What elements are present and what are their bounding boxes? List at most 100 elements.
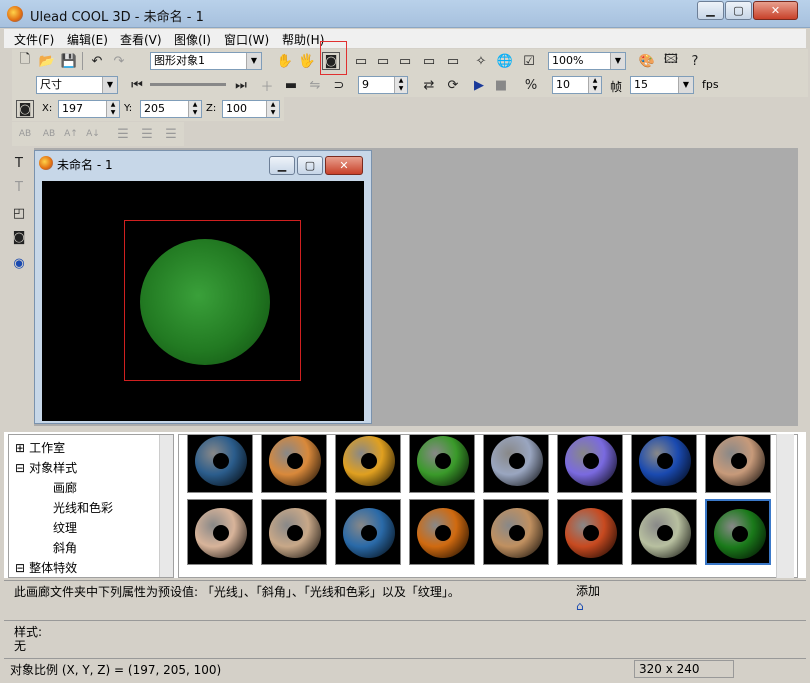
gallery-thumbnail[interactable] [261,435,327,493]
gallery-thumbnail[interactable] [483,499,549,565]
gallery-thumbnail[interactable] [483,435,549,493]
paint-icon[interactable]: 🎨 [638,52,656,70]
tree-item[interactable]: ⊟ 对象样式 [15,459,77,476]
bevel-4-icon[interactable]: ▭ [420,52,438,70]
refresh-icon[interactable]: ⟳ [444,76,462,94]
check-icon[interactable]: ☑ [520,52,538,70]
doc-close-button[interactable]: ✕ [325,156,363,175]
tree-item[interactable]: 斜角 [49,539,77,556]
pan-hand-icon[interactable]: ✋ [276,52,294,70]
tree-item-label: 画廊 [53,481,78,495]
gallery-thumbnail[interactable] [409,435,475,493]
play-icon[interactable]: ▶ [470,76,488,94]
insert-graphic-icon[interactable]: ◰ [10,204,28,222]
maximize-button[interactable]: ▢ [725,1,752,20]
text-raise-icon[interactable]: A↑ [62,125,80,143]
gallery-thumbnail[interactable] [335,499,401,565]
menu-view[interactable]: 查看(V) [120,31,162,48]
add-keyframe-icon[interactable]: ＋ [258,76,276,95]
help-pointer-icon[interactable]: ? [686,52,704,70]
3d-object[interactable] [140,239,270,365]
undo-icon[interactable]: ↶ [88,52,106,70]
first-frame-icon[interactable]: ⏮ [128,76,146,94]
doc-minimize-button[interactable]: ▁ [269,156,295,175]
export-icon[interactable]: 🖾 [662,52,680,70]
gallery-thumbnail[interactable] [705,435,771,493]
gallery-thumbnail[interactable] [631,435,697,493]
y-spinner[interactable]: 205 ▲ ▼ [140,100,202,118]
reverse-icon[interactable]: ⇋ [306,76,324,94]
align-center-icon[interactable]: ☰ [138,125,156,143]
menu-edit[interactable]: 编辑(E) [67,31,108,48]
new-file-icon[interactable]: 🗋 [16,52,34,70]
tree-item[interactable]: 光线和色彩 [49,499,113,516]
geometric-object-icon[interactable]: ◉ [10,254,28,272]
gallery-thumbnail[interactable] [335,435,401,493]
tree-expander-icon[interactable]: ⊟ [15,461,25,475]
remove-keyframe-icon[interactable]: ▬ [282,76,300,94]
menu-help[interactable]: 帮助(H) [282,31,324,48]
frame-count-spinner[interactable]: 9 ▲ ▼ [358,76,408,94]
redo-icon[interactable]: ↷ [110,52,128,70]
align-left-icon[interactable]: ☰ [114,125,132,143]
timeline-slider[interactable] [150,83,226,86]
insert-text-icon[interactable]: T [10,154,28,172]
ring-preview [714,509,766,559]
open-folder-icon[interactable]: 📂 [38,52,56,70]
gallery-scrollbar[interactable] [776,434,794,578]
gallery-thumbnail[interactable] [557,435,623,493]
rotate-hand-icon[interactable]: 🖐 [298,52,316,70]
menu-image[interactable]: 图像(I) [174,31,211,48]
gallery-thumbnail[interactable] [631,499,697,565]
tree-item[interactable]: 画廊 [49,479,77,496]
close-button[interactable]: ✕ [753,1,798,20]
save-icon[interactable]: 💾 [60,52,78,70]
tree-scrollbar[interactable] [159,435,173,577]
light-icon[interactable]: ✧ [472,52,490,70]
zoom-select[interactable]: 100% ▼ [548,52,626,70]
stop-icon[interactable]: ■ [492,76,510,94]
menu-window[interactable]: 窗口(W) [224,31,269,48]
fps-select[interactable]: 15 ▼ [630,76,694,94]
select-object-icon[interactable]: ◙ [10,228,28,246]
loop-icon[interactable]: ⊃ [330,76,348,94]
tree-item[interactable]: ⊞ 工作室 [15,439,65,456]
attribute-select-value: 尺寸 [40,78,62,91]
menu-file[interactable]: 文件(F) [14,31,54,48]
x-spinner[interactable]: 197 ▲ ▼ [58,100,120,118]
globe-icon[interactable]: 🌐 [496,52,514,70]
object-select[interactable]: 图形对象1 ▼ [150,52,262,70]
tree-expander-icon[interactable]: ⊞ [15,441,25,455]
bevel-1-icon[interactable]: ▭ [352,52,370,70]
gallery-thumbnail[interactable] [705,499,771,565]
text-spacing-icon[interactable]: AB [16,125,34,143]
tree-item[interactable]: ⊟ 整体特效 [15,559,77,576]
add-button[interactable]: 添加 ⌂ [576,582,600,613]
tree-item[interactable]: 纹理 [49,519,77,536]
bevel-3-icon[interactable]: ▭ [396,52,414,70]
text-tight-icon[interactable]: AB [40,125,58,143]
last-frame-icon[interactable]: ⏭ [232,76,250,94]
minimize-button[interactable]: ▁ [697,1,724,20]
size-mode-icon[interactable]: ◙ [16,100,34,118]
tree-expander-icon[interactable]: ⊟ [15,561,25,575]
doc-maximize-button[interactable]: ▢ [297,156,323,175]
text-lower-icon[interactable]: A↓ [84,125,102,143]
gallery-thumbnail[interactable] [409,499,475,565]
gallery-thumbnail[interactable] [557,499,623,565]
swap-icon[interactable]: ⇄ [420,76,438,94]
gallery-thumbnail[interactable] [187,499,253,565]
bevel-2-icon[interactable]: ▭ [374,52,392,70]
align-right-icon[interactable]: ☰ [162,125,180,143]
bevel-5-icon[interactable]: ▭ [444,52,462,70]
percent-icon[interactable]: % [522,76,540,94]
render-canvas[interactable] [42,181,364,421]
frame-rate-spinner[interactable]: 10 ▲ ▼ [552,76,602,94]
z-spinner[interactable]: 100 ▲ ▼ [222,100,280,118]
edit-text-icon[interactable]: T [10,178,28,196]
ring-hole [287,525,303,541]
attribute-select[interactable]: 尺寸 ▼ [36,76,118,94]
app-window: Ulead COOL 3D - 未命名 - 1 ▁ ▢ ✕ 文件(F) 编辑(E… [0,0,810,683]
gallery-thumbnail[interactable] [187,435,253,493]
gallery-thumbnail[interactable] [261,499,327,565]
